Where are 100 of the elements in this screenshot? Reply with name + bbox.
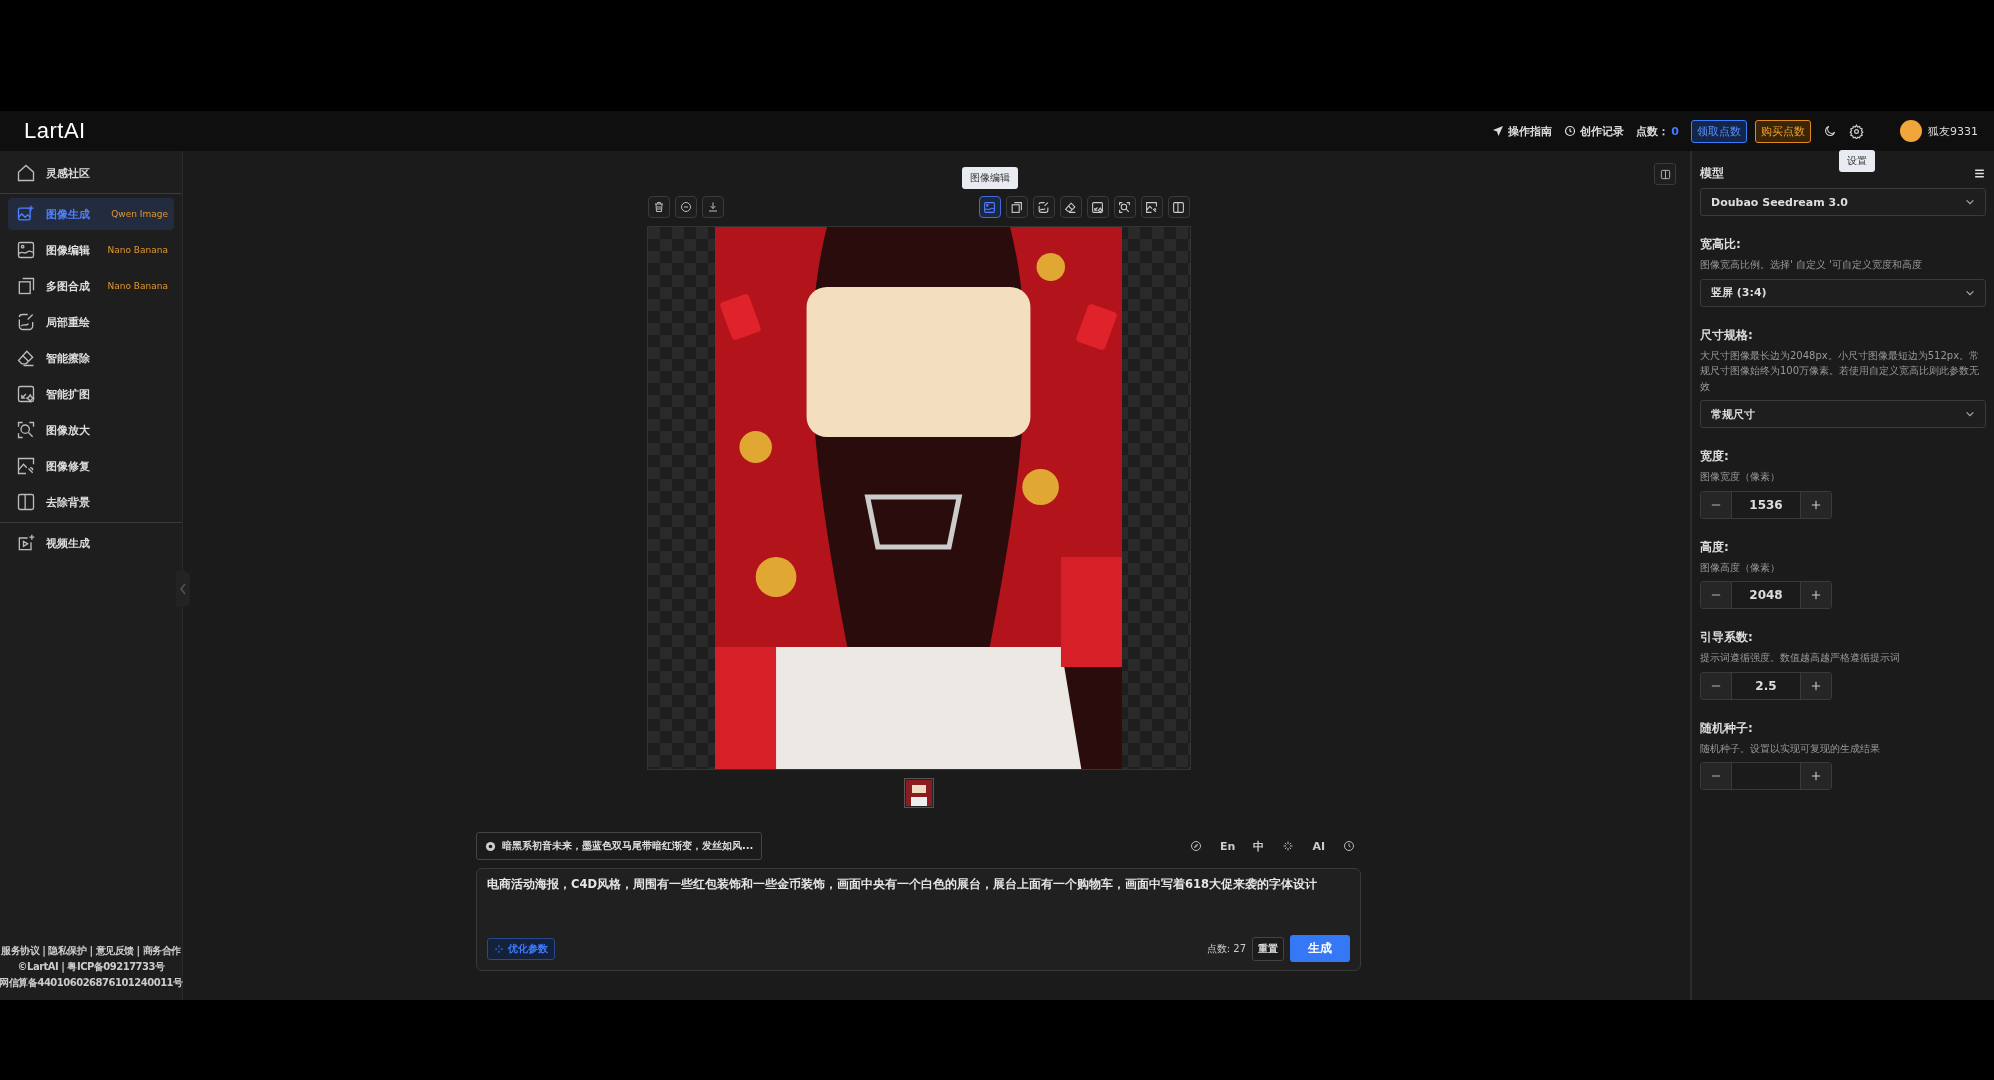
top-link[interactable]: 操作指南: [1492, 123, 1553, 139]
number-stepper[interactable]: 2.5: [1700, 671, 1832, 700]
prompt-tool[interactable]: En: [1220, 839, 1236, 853]
increment-button[interactable]: [1801, 763, 1831, 789]
panel-toggle-button[interactable]: [1654, 163, 1676, 185]
footer-text: ©LartAI | 粤ICP备09217733号: [17, 960, 165, 974]
moon-icon[interactable]: [1823, 124, 1837, 138]
nav-item[interactable]: 灵感社区: [8, 157, 174, 189]
settings-icon[interactable]: [1849, 123, 1864, 139]
setting-hint: 图像宽度（像素）: [1700, 470, 1781, 484]
model-tag: Nano Banana: [107, 245, 168, 255]
number-field[interactable]: 1536: [1731, 491, 1801, 518]
compass-icon[interactable]: [1190, 840, 1203, 852]
nav-item[interactable]: 智能擦除: [8, 342, 174, 374]
tool-button[interactable]: [1005, 196, 1028, 218]
increment-button[interactable]: [1801, 582, 1831, 608]
tool-button[interactable]: [1140, 196, 1163, 218]
points-label: 点数：: [1636, 123, 1670, 139]
download-icon: [706, 201, 719, 213]
setting-label: 宽高比:: [1700, 236, 1741, 253]
number-field[interactable]: [1731, 763, 1801, 789]
model-tag: Qwen Image: [111, 209, 168, 219]
nav-item[interactable]: 局部重绘: [8, 306, 174, 338]
nav-item[interactable]: 图像编辑 Nano Banana: [8, 234, 174, 266]
footer-text: 网信算备440106026876101240011号: [0, 976, 183, 990]
nav-item[interactable]: 视频生成: [8, 527, 174, 559]
nav-item[interactable]: 去除背景: [8, 486, 174, 518]
repair-icon: [1145, 200, 1158, 214]
layers-icon: [1010, 200, 1023, 214]
points-value: 0: [1671, 124, 1679, 138]
number-field[interactable]: 2.5: [1731, 672, 1801, 699]
split-icon: [1172, 200, 1185, 214]
chevron-down-icon: [1965, 409, 1975, 419]
sparkle-icon[interactable]: [1282, 840, 1295, 852]
tool-button[interactable]: [1167, 196, 1190, 218]
nav-item[interactable]: 智能扩图: [8, 378, 174, 410]
select-field[interactable]: Doubao Seedream 3.0: [1700, 188, 1986, 216]
split-icon: [16, 492, 36, 512]
optimize-button[interactable]: 优化参数: [487, 937, 555, 960]
setting-label: 模型: [1700, 165, 1724, 182]
prompt-tool[interactable]: AI: [1312, 839, 1325, 853]
tool-button[interactable]: [1059, 196, 1082, 218]
setting-hint: 图像宽高比例。选择' 自定义 '可自定义宽度和高度: [1700, 258, 1923, 272]
prompt-field[interactable]: 电商活动海报，C4D风格，周围有一些红包装饰和一些金币装饰，画面中央有一个白色的展台，展台上面有一个购物车，画面中写着618大促来袭的字体设计 优化参数 点数: 27 重置 生成: [476, 868, 1361, 971]
tool-button[interactable]: [1113, 196, 1136, 218]
plus-icon: [1811, 499, 1821, 510]
menu-icon[interactable]: [1973, 167, 1986, 180]
delete-button[interactable]: [647, 196, 670, 218]
expand-icon: [1091, 200, 1104, 214]
video-icon: [16, 533, 36, 553]
tooltip: 设置: [1838, 149, 1875, 172]
setting-hint: 大尺寸图像最长边为2048px。小尺寸图像最短边为512px。常规尺寸图像始终为100万像素。若使用自定义宽高比则此参数无效: [1700, 348, 1981, 394]
plus-icon: [1811, 590, 1821, 600]
nav-item[interactable]: 图像放大: [8, 414, 174, 446]
split-icon: [1659, 168, 1671, 180]
increment-button[interactable]: [1801, 672, 1831, 699]
claim-points-button[interactable]: 领取点数: [1691, 119, 1747, 143]
clock-icon[interactable]: [1343, 840, 1355, 852]
nav-item[interactable]: 图像修复: [8, 450, 174, 482]
setting-label: 引导系数:: [1700, 629, 1753, 646]
history-chip[interactable]: 暗黑系初音未来，墨蓝色双马尾带暗红渐变，发丝如风...: [476, 832, 763, 860]
tool-button[interactable]: [1032, 196, 1055, 218]
image-plus-icon: [16, 204, 36, 224]
plus-icon: [1811, 771, 1821, 781]
avatar[interactable]: [1900, 120, 1922, 142]
generate-button[interactable]: 生成: [1290, 935, 1350, 962]
nav-item[interactable]: 多图合成 Nano Banana: [8, 270, 174, 302]
buy-points-button[interactable]: 购买点数: [1755, 119, 1811, 143]
download-button[interactable]: [701, 196, 724, 218]
select-field[interactable]: 常规尺寸: [1700, 400, 1986, 428]
brush-icon: [16, 312, 36, 332]
brush-icon: [1037, 200, 1050, 214]
clock-icon: [1564, 125, 1577, 137]
setting-label: 随机种子:: [1700, 719, 1753, 737]
number-stepper[interactable]: 2048: [1700, 581, 1832, 609]
top-link[interactable]: 创作记录: [1564, 123, 1625, 139]
home-icon: [16, 163, 36, 183]
layers-icon: [16, 276, 36, 296]
prompt-tool[interactable]: 中: [1253, 838, 1265, 854]
increment-button[interactable]: [1801, 491, 1831, 518]
setting-label: 高度:: [1700, 538, 1729, 556]
nav-item[interactable]: 图像生成 Qwen Image: [8, 198, 174, 230]
tool-button[interactable]: [1086, 196, 1109, 218]
sparkle-icon: [494, 943, 504, 954]
reset-button[interactable]: 重置: [1252, 936, 1284, 961]
eraser-icon: [16, 348, 36, 368]
repair-icon: [16, 456, 36, 476]
number-field[interactable]: 2048: [1731, 582, 1801, 608]
setting-hint: 图像高度（像素）: [1700, 560, 1781, 575]
trash-icon: [652, 201, 665, 213]
number-stepper[interactable]: 1536: [1700, 490, 1832, 519]
user-name[interactable]: 狐友9331: [1928, 123, 1978, 139]
image-icon: [983, 200, 996, 214]
zoom-icon: [16, 420, 36, 440]
remove-button[interactable]: [674, 196, 697, 218]
select-field[interactable]: 竖屏 (3:4): [1700, 278, 1986, 307]
logo[interactable]: LartAI: [24, 118, 86, 144]
eraser-icon: [1064, 200, 1077, 214]
collapse-handle[interactable]: [176, 571, 190, 607]
thumbnail[interactable]: [903, 778, 934, 808]
